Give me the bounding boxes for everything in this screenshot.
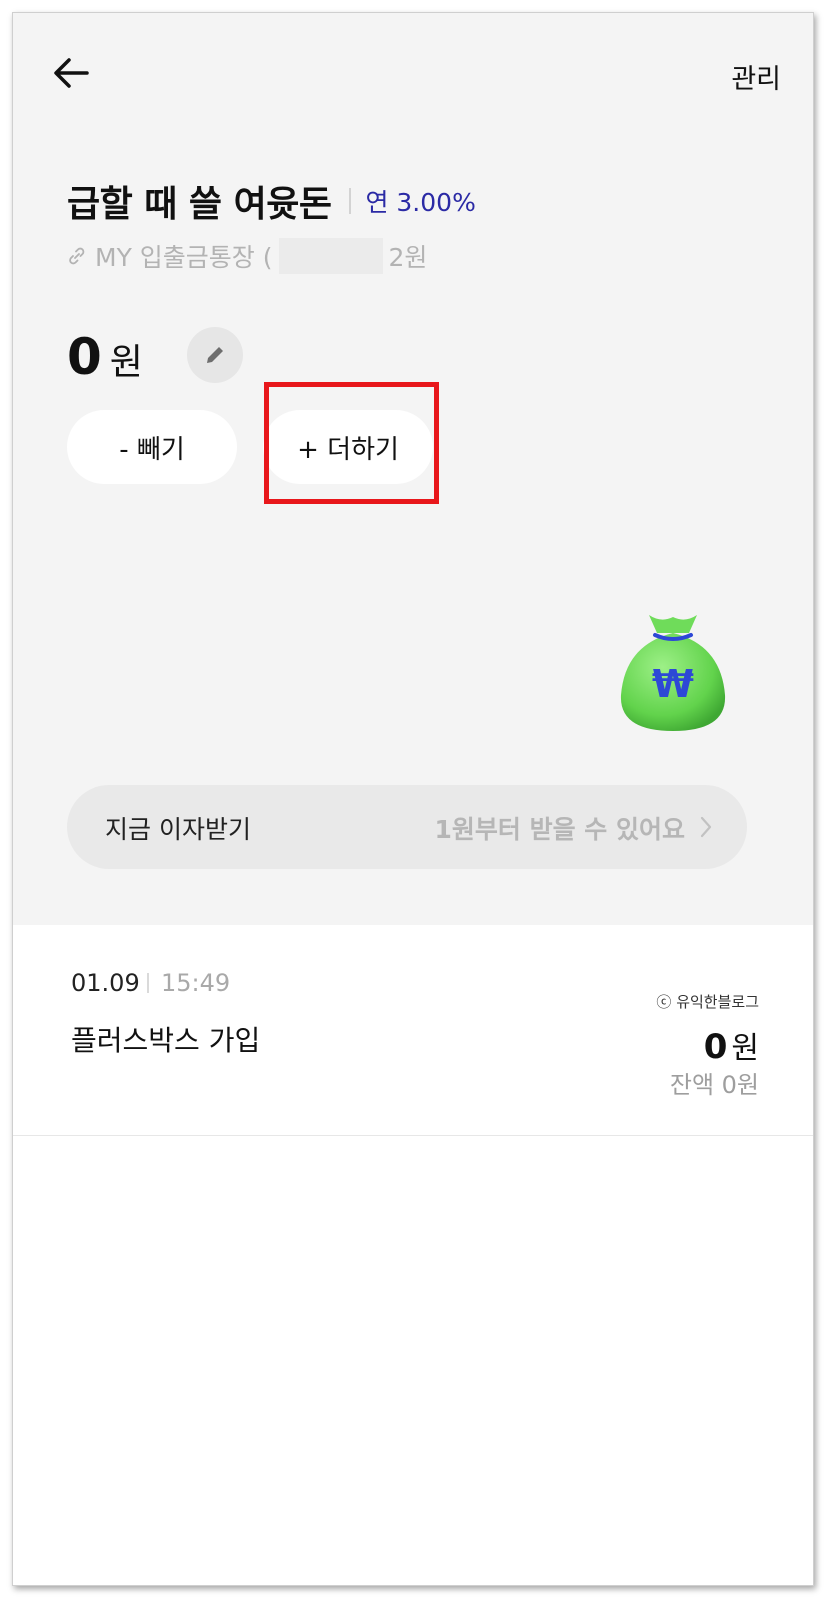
transaction-name: 플러스박스 가입: [71, 1024, 261, 1057]
transaction-date: 01.09: [71, 969, 140, 997]
transaction-amount-unit: 원: [731, 1031, 759, 1066]
pencil-icon: [207, 347, 223, 363]
withdraw-button[interactable]: - 빼기: [67, 410, 237, 484]
deposit-button[interactable]: + 더하기: [263, 410, 433, 484]
manage-button[interactable]: 관리: [731, 57, 781, 96]
linked-account: MY 입출금통장 ( 2원: [67, 238, 427, 274]
linked-account-prefix: MY 입출금통장 (: [95, 243, 273, 272]
title-divider: [349, 188, 352, 214]
transaction-amount: 0 원: [704, 1023, 759, 1067]
balance-display: 0 원: [67, 328, 143, 386]
account-title-row: 급할 때 쓸 여윳돈 연 3.00%: [67, 175, 476, 227]
chevron-right-icon: [700, 816, 712, 838]
edit-button[interactable]: [187, 327, 243, 383]
account-name: 급할 때 쓸 여윳돈: [67, 184, 332, 225]
app-screen: 관리 급할 때 쓸 여윳돈 연 3.00% MY 입출금통장 ( 2원 0 원 …: [12, 12, 814, 1586]
account-summary-section: 관리 급할 때 쓸 여윳돈 연 3.00% MY 입출금통장 ( 2원 0 원 …: [13, 13, 813, 925]
date-time-divider: [147, 973, 149, 993]
linked-account-suffix: 2원: [388, 243, 428, 272]
watermark: ⓒ 유익한블로그: [656, 993, 759, 1011]
link-icon: [69, 247, 85, 265]
transaction-amount-value: 0: [703, 1027, 728, 1067]
back-arrow-icon[interactable]: [47, 49, 95, 97]
interest-rate: 연 3.00%: [365, 188, 476, 217]
claim-interest-button[interactable]: 지금 이자받기 1원부터 받을 수 있어요: [67, 785, 747, 869]
transaction-time: 15:49: [161, 969, 231, 997]
masked-account-number: [278, 238, 383, 274]
claim-interest-info: 1원부터 받을 수 있어요: [434, 815, 685, 844]
transaction-row[interactable]: 01.09 15:49 플러스박스 가입 ⓒ 유익한블로그 0 원 잔액 0원: [13, 925, 813, 1136]
transaction-balance: 잔액 0원: [669, 1071, 759, 1099]
money-bag-icon: ₩: [620, 615, 726, 731]
balance-unit: 원: [109, 342, 143, 383]
svg-text:₩: ₩: [652, 662, 694, 706]
balance-amount: 0: [67, 328, 102, 386]
claim-interest-label: 지금 이자받기: [105, 815, 251, 844]
